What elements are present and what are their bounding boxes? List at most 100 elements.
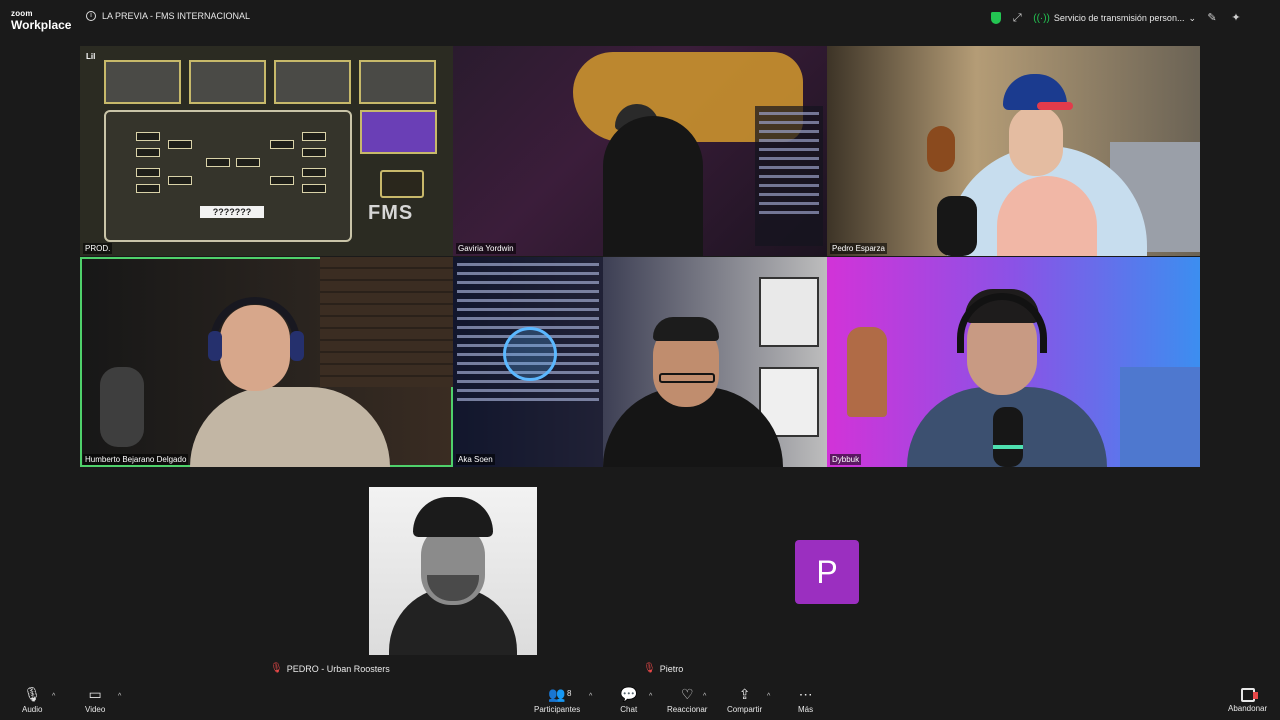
microphone-light [993, 445, 1023, 449]
video-tile-dybbuk[interactable]: Dybbuk [827, 257, 1200, 467]
live-stream-status[interactable]: ((·)) Servicio de transmisión person... … [1033, 13, 1196, 24]
participant-label: 🎙 Pietro [643, 663, 683, 674]
stream-label-text: Servicio de transmisión person... [1053, 13, 1185, 23]
bracket-slot [168, 176, 192, 185]
shelf [1120, 367, 1200, 467]
participant-name: Aka Soen [456, 454, 495, 465]
chat-options-chevron-icon[interactable]: ^ [649, 693, 652, 700]
top-bar: zoom Workplace i LA PREVIA - FMS INTERNA… [0, 0, 1280, 36]
bracket-slot [136, 132, 160, 141]
thumbnail [360, 110, 437, 154]
top-right-controls: ⤢ ((·)) Servicio de transmisión person..… [991, 10, 1244, 26]
chevron-down-icon: ⌄ [1188, 12, 1196, 23]
bracket-slot [302, 148, 326, 157]
thumbnail [274, 60, 351, 104]
meeting-title: LA PREVIA - FMS INTERNACIONAL [102, 11, 251, 21]
glasses [659, 373, 715, 383]
chat-label: Chat [620, 705, 638, 714]
audio-button[interactable]: 🎙 Audio [22, 686, 42, 714]
muted-mic-icon: 🎙 [270, 663, 283, 674]
leave-button[interactable]: Abandonar [1228, 686, 1267, 713]
meeting-toolbar: 🎙 Audio ^ ▭ Video ^ 👥 Participantes ^ 💬 … [0, 681, 1280, 720]
participant-name: PEDRO - Urban Roosters [286, 663, 390, 674]
leave-icon [1240, 688, 1258, 702]
tournament-bracket [104, 110, 352, 242]
video-tile-prod[interactable]: Lil ??????? FMS PROD. [80, 46, 453, 256]
bracket-slot [236, 158, 260, 167]
share-options-chevron-icon[interactable]: ^ [767, 693, 770, 700]
avatar[interactable]: P [795, 540, 859, 604]
chat-button[interactable]: 💬 Chat [620, 686, 637, 714]
bracket-slot [302, 132, 326, 141]
participant-figure [603, 116, 703, 256]
video-camera-icon: ▭ [88, 686, 102, 702]
brand-big-text: Workplace [11, 18, 72, 32]
microphone [993, 407, 1023, 467]
react-button[interactable]: ♡ Reaccionar [667, 686, 707, 714]
video-tile-gaviria[interactable]: Gaviria Yordwin [453, 46, 827, 256]
fms-logo: FMS [368, 170, 438, 230]
cap [413, 497, 493, 537]
prize-text: ??????? [200, 206, 264, 218]
participant-name: Pedro Esparza [830, 243, 887, 254]
participant-figure [190, 387, 390, 467]
participant-name: PROD. [83, 243, 113, 254]
microphone [937, 196, 977, 256]
sparkle-icon[interactable]: ✦ [1228, 10, 1244, 26]
bracket-slot [270, 176, 294, 185]
participants-options-chevron-icon[interactable]: ^ [589, 693, 592, 700]
participants-button[interactable]: 👥 Participantes [534, 686, 580, 714]
acoustic-wall [320, 257, 453, 387]
audio-options-chevron-icon[interactable]: ^ [52, 693, 55, 700]
thumbnail [189, 60, 266, 104]
thumbnail-row [104, 60, 436, 104]
more-label: Más [798, 705, 814, 714]
bracket-slot [136, 168, 160, 177]
participant-name: Pietro [659, 663, 684, 674]
participant-name: Dybbuk [830, 454, 862, 465]
video-tile-humberto[interactable]: Humberto Bejarano Delgado [80, 257, 453, 467]
expand-icon[interactable]: ⤢ [1009, 10, 1025, 26]
video-tile-pedro-esparza[interactable]: Pedro Esparza [827, 46, 1200, 256]
audio-label: Audio [22, 705, 43, 714]
thumbnail [104, 60, 181, 104]
streaming-logo [503, 327, 557, 381]
edit-icon[interactable]: ✎ [1204, 10, 1220, 26]
fms-logo-text: FMS [368, 202, 414, 224]
thumbnail [359, 60, 436, 104]
heart-icon: ♡ [680, 686, 694, 702]
video-tile-pedro-urban-roosters[interactable] [369, 487, 537, 655]
master-series-badge [380, 170, 424, 198]
react-options-chevron-icon[interactable]: ^ [703, 693, 706, 700]
headphone-cup [208, 331, 222, 361]
bracket-slot [270, 140, 294, 149]
participants-label: Participantes [534, 705, 581, 714]
info-icon[interactable]: i [86, 11, 96, 21]
brand-small-text: zoom [11, 9, 33, 18]
meeting-info[interactable]: i LA PREVIA - FMS INTERNACIONAL [86, 11, 250, 21]
chat-bubble-icon: 💬 [620, 686, 638, 702]
guitar [927, 126, 955, 172]
zoom-workplace-logo: zoom Workplace [11, 9, 72, 32]
participant-name: Gaviria Yordwin [456, 243, 516, 254]
more-button[interactable]: ⋯ Más [798, 686, 813, 714]
participant-name: Humberto Bejarano Delgado [83, 454, 189, 465]
corner-logo: Lil [86, 52, 96, 61]
bracket-slot [302, 184, 326, 193]
shield-icon[interactable] [991, 12, 1002, 24]
leave-label: Abandonar [1228, 704, 1268, 713]
hair [653, 317, 719, 341]
react-label: Reaccionar [667, 705, 708, 714]
broadcast-icon: ((·)) [1033, 12, 1050, 24]
participant-label: 🎙 PEDRO - Urban Roosters [270, 663, 390, 674]
video-tile-aka-soen[interactable]: Aka Soen [453, 257, 827, 467]
participant-face [1009, 106, 1063, 176]
share-screen-icon: ⇪ [738, 686, 751, 702]
video-options-chevron-icon[interactable]: ^ [118, 693, 121, 700]
share-button[interactable]: ⇪ Compartir [727, 686, 762, 714]
muted-mic-icon: 🎙 [643, 663, 656, 674]
bracket-slot [168, 140, 192, 149]
bracket-slot [302, 168, 326, 177]
wall-frame [759, 277, 819, 347]
video-button[interactable]: ▭ Video [85, 686, 105, 714]
